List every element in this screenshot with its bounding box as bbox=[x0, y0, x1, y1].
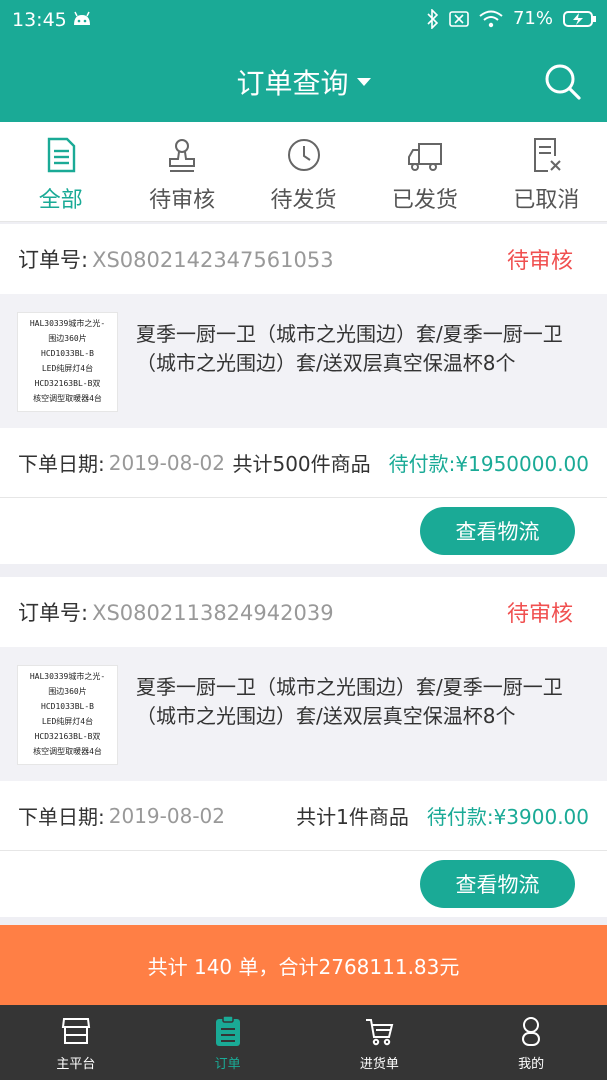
tab-label: 全部 bbox=[38, 188, 83, 213]
order-status: 待审核 bbox=[506, 602, 573, 627]
order-card[interactable]: 订单号: XS0802142347561053 待审核 HAL30339城市之光-… bbox=[0, 224, 607, 564]
battery-charging-icon bbox=[563, 10, 596, 27]
thumb-line: HAL30339城市之光- bbox=[29, 319, 106, 328]
tab-cancelled[interactable]: 已取消 bbox=[486, 122, 607, 221]
status-time: 13:45 bbox=[12, 9, 67, 31]
tab-label: 待审核 bbox=[149, 188, 216, 213]
order-meta: 下单日期: 2019-08-02 共计1件商品 待付款:¥3900.00 bbox=[0, 781, 607, 851]
clipboard-icon bbox=[215, 1015, 240, 1046]
tab-pending-review[interactable]: 待审核 bbox=[121, 122, 242, 221]
page-title: 订单查询 bbox=[236, 67, 349, 100]
thumb-line: HCD1033BL-B bbox=[41, 702, 94, 711]
order-header: 订单号: XS0802142347561053 待审核 bbox=[0, 224, 607, 294]
thumb-line: HCD1033BL-B bbox=[41, 349, 94, 358]
product-thumbnail: HAL30339城市之光- 围边360片 HCD1033BL-B LED纯屏灯4… bbox=[17, 665, 118, 765]
thumb-line: HAL30339城市之光- bbox=[29, 672, 106, 681]
nav-label: 主平台 bbox=[56, 1057, 96, 1072]
truck-icon bbox=[407, 143, 442, 171]
thumb-line: HCD32163BL-B双 bbox=[34, 379, 101, 388]
battery-level: 71% bbox=[512, 8, 553, 29]
thumb-line: 核空调型取暖器4台 bbox=[33, 394, 102, 403]
thumb-line: 围边360片 bbox=[48, 334, 87, 343]
item-count: 共计1件商品 bbox=[296, 805, 409, 829]
nav-profile[interactable]: 我的 bbox=[455, 1005, 607, 1080]
search-icon[interactable] bbox=[543, 62, 583, 102]
tab-shipped[interactable]: 已发货 bbox=[364, 122, 485, 221]
thumb-line: HCD32163BL-B双 bbox=[34, 732, 101, 741]
tab-label: 待发货 bbox=[270, 188, 337, 213]
view-logistics-button[interactable]: 查看物流 bbox=[420, 507, 575, 555]
cart-icon bbox=[366, 1019, 394, 1046]
product-row[interactable]: HAL30339城市之光- 围边360片 HCD1033BL-B LED纯屏灯4… bbox=[0, 647, 607, 781]
view-logistics-button[interactable]: 查看物流 bbox=[420, 860, 575, 908]
clock-icon bbox=[287, 139, 320, 171]
thumb-line: 围边360片 bbox=[48, 687, 87, 696]
product-row[interactable]: HAL30339城市之光- 围边360片 HCD1033BL-B LED纯屏灯4… bbox=[0, 294, 607, 428]
caret-down-icon bbox=[356, 78, 371, 86]
product-name: 夏季一厨一卫（城市之光围边）套/夏季一厨一卫（城市之光围边）套/送双层真空保温杯… bbox=[136, 322, 563, 375]
tab-pending-shipment[interactable]: 待发货 bbox=[243, 122, 364, 221]
order-date: 2019-08-02 bbox=[108, 803, 225, 828]
nav-label: 我的 bbox=[518, 1057, 545, 1072]
payment-due: 待付款:¥3900.00 bbox=[426, 805, 589, 829]
order-date-label: 下单日期: bbox=[18, 452, 105, 476]
nav-purchase-list[interactable]: 进货单 bbox=[304, 1005, 456, 1080]
person-icon bbox=[522, 1017, 541, 1046]
tab-all[interactable]: 全部 bbox=[0, 122, 121, 221]
order-number-label: 订单号: bbox=[18, 601, 89, 625]
payment-due: 待付款:¥1950000.00 bbox=[388, 452, 589, 476]
nav-label: 进货单 bbox=[359, 1057, 399, 1072]
wifi-icon bbox=[479, 10, 503, 27]
status-tabs: 全部 待审核 待发货 已发货 已取消 bbox=[0, 122, 607, 222]
order-number-label: 订单号: bbox=[18, 248, 89, 272]
thumb-line: LED纯屏灯4台 bbox=[41, 364, 94, 373]
product-name: 夏季一厨一卫（城市之光围边）套/夏季一厨一卫（城市之光围边）套/送双层真空保温杯… bbox=[136, 675, 563, 728]
title-dropdown[interactable]: 订单查询 bbox=[0, 62, 607, 102]
order-date: 2019-08-02 bbox=[108, 450, 225, 475]
product-thumbnail: HAL30339城市之光- 围边360片 HCD1033BL-B LED纯屏灯4… bbox=[17, 312, 118, 412]
tab-label: 已取消 bbox=[513, 188, 580, 213]
stamp-icon bbox=[169, 139, 196, 172]
order-card[interactable]: 订单号: XS0802113824942039 待审核 HAL30339城市之光-… bbox=[0, 577, 607, 917]
nav-label: 订单 bbox=[214, 1057, 241, 1072]
summary-text: 共计 140 单，合计2768111.83元 bbox=[147, 954, 460, 979]
document-list-icon bbox=[47, 137, 75, 173]
bluetooth-icon bbox=[427, 8, 439, 29]
order-header: 订单号: XS0802113824942039 待审核 bbox=[0, 577, 607, 647]
nav-main-platform[interactable]: 主平台 bbox=[0, 1005, 152, 1080]
order-summary-bar: 共计 140 单，合计2768111.83元 bbox=[0, 925, 607, 1005]
status-bar: 13:45 71% bbox=[0, 0, 607, 42]
order-number: XS0802142347561053 bbox=[92, 248, 334, 272]
app-bar: 订单查询 bbox=[0, 42, 607, 122]
cancelled-doc-icon bbox=[534, 138, 562, 172]
order-date-label: 下单日期: bbox=[18, 805, 105, 829]
store-icon bbox=[61, 1018, 91, 1044]
order-meta: 下单日期: 2019-08-02 共计500件商品 待付款:¥1950000.0… bbox=[0, 428, 607, 498]
thumb-line: LED纯屏灯4台 bbox=[41, 717, 94, 726]
item-count: 共计500件商品 bbox=[232, 452, 371, 476]
tab-label: 已发货 bbox=[391, 188, 458, 213]
order-status: 待审核 bbox=[506, 249, 573, 274]
sim-off-icon bbox=[449, 10, 469, 27]
android-icon bbox=[74, 11, 90, 25]
order-number: XS0802113824942039 bbox=[92, 601, 334, 625]
thumb-line: 核空调型取暖器4台 bbox=[33, 747, 102, 756]
nav-orders[interactable]: 订单 bbox=[152, 1005, 304, 1080]
bottom-nav: 主平台 订单 进货单 我的 bbox=[0, 1005, 607, 1080]
